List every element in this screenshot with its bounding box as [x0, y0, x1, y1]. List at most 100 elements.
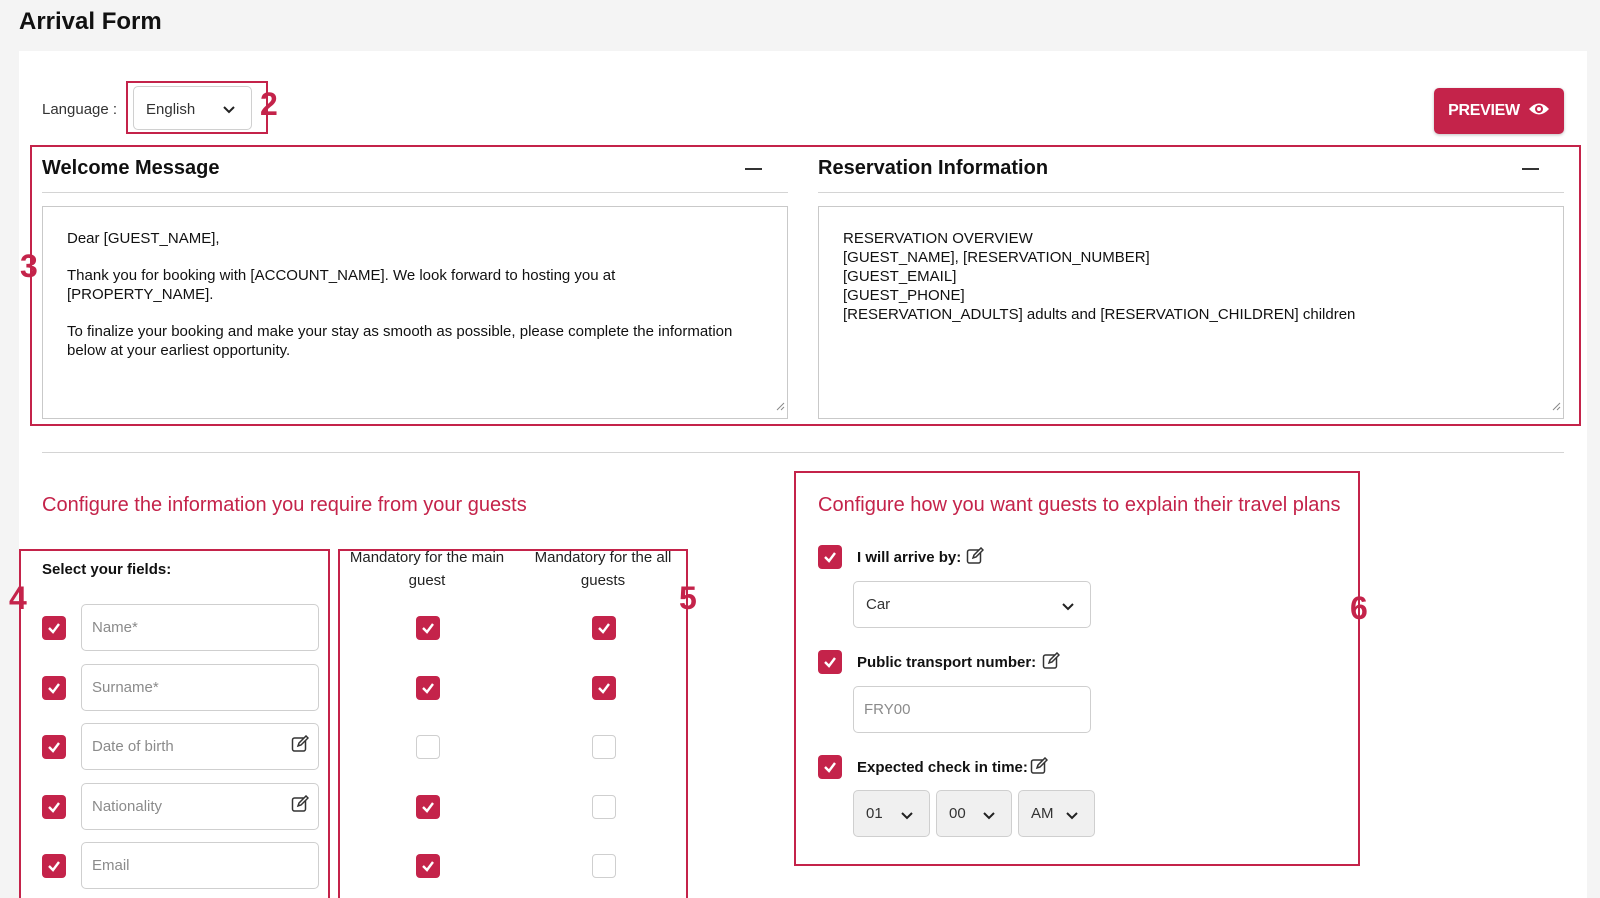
language-select[interactable]: English: [133, 86, 252, 130]
all-guests-checkbox[interactable]: [592, 854, 616, 878]
welcome-line-3: To finalize your booking and make your s…: [67, 323, 733, 359]
field-enabled-checkbox[interactable]: [42, 676, 66, 700]
column-header-all-guests: Mandatory for the all guests: [534, 549, 672, 589]
field-placeholder: Email: [92, 857, 130, 874]
edit-icon[interactable]: [291, 734, 310, 757]
welcome-line-1: Dear [GUEST_NAME],: [67, 230, 220, 247]
field-placeholder: Surname*: [92, 679, 159, 696]
welcome-title: Welcome Message: [42, 157, 220, 179]
chevron-down-icon: [221, 101, 237, 121]
travel-title: Configure how you want guests to explain…: [818, 494, 1341, 516]
resize-handle-icon[interactable]: [1551, 397, 1561, 416]
eye-icon: [1528, 101, 1550, 122]
reservation-line-5: [RESERVATION_ADULTS] adults and [RESERVA…: [843, 306, 1356, 323]
main-guest-checkbox[interactable]: [416, 735, 440, 759]
page-title: Arrival Form: [19, 8, 162, 35]
preview-button[interactable]: PREVIEW: [1434, 88, 1564, 134]
arrive-by-select[interactable]: Car: [853, 581, 1091, 628]
check-icon: [48, 623, 60, 634]
checkin-time-checkbox[interactable]: [818, 755, 842, 779]
minute-value: 00: [949, 805, 966, 822]
resize-handle-icon[interactable]: [775, 397, 785, 416]
field-enabled-checkbox[interactable]: [42, 735, 66, 759]
ampm-value: AM: [1031, 805, 1054, 822]
check-icon: [422, 683, 434, 694]
chevron-down-icon: [1060, 598, 1076, 618]
transport-number-input[interactable]: FRY00: [853, 686, 1091, 733]
reservation-info-textarea[interactable]: RESERVATION OVERVIEW [GUEST_NAME], [RESE…: [818, 206, 1564, 419]
welcome-line-2: Thank you for booking with [ACCOUNT_NAME…: [67, 267, 616, 303]
reservation-line-2: [GUEST_NAME], [RESERVATION_NUMBER]: [843, 249, 1150, 266]
field-placeholder: Nationality: [92, 798, 163, 815]
edit-icon[interactable]: [1030, 756, 1049, 780]
main-guest-checkbox[interactable]: [416, 854, 440, 878]
transport-number-checkbox[interactable]: [818, 650, 842, 674]
check-icon: [598, 683, 610, 694]
main-guest-checkbox[interactable]: [416, 616, 440, 640]
callout-number-6: 6: [1350, 590, 1368, 626]
hour-select[interactable]: 01: [853, 790, 930, 837]
guest-info-title: Configure the information you require fr…: [42, 494, 527, 516]
hour-value: 01: [866, 805, 883, 822]
check-icon: [48, 683, 60, 694]
field-enabled-checkbox[interactable]: [42, 795, 66, 819]
field-input[interactable]: Nationality: [81, 783, 319, 830]
main-guest-checkbox[interactable]: [416, 676, 440, 700]
all-guests-checkbox[interactable]: [592, 795, 616, 819]
reservation-line-1: RESERVATION OVERVIEW: [843, 230, 1033, 247]
collapse-icon[interactable]: [1522, 168, 1539, 170]
check-icon: [422, 861, 434, 872]
arrive-by-label: I will arrive by:: [857, 549, 962, 566]
divider: [42, 192, 788, 193]
field-input[interactable]: Date of birth: [81, 723, 319, 770]
transport-number-placeholder: FRY00: [864, 701, 911, 718]
reservation-title: Reservation Information: [818, 157, 1049, 179]
preview-button-label: PREVIEW: [1448, 102, 1520, 119]
callout-number-4: 4: [9, 580, 27, 616]
field-input[interactable]: Surname*: [81, 664, 319, 711]
check-icon: [422, 802, 434, 813]
callout-number-2: 2: [260, 86, 278, 122]
main-guest-checkbox[interactable]: [416, 795, 440, 819]
arrive-by-value: Car: [866, 596, 891, 613]
ampm-select[interactable]: AM: [1018, 790, 1095, 837]
check-icon: [48, 742, 60, 753]
check-icon: [48, 802, 60, 813]
chevron-down-icon: [1064, 807, 1080, 827]
edit-icon[interactable]: [1042, 651, 1061, 675]
welcome-message-textarea[interactable]: Dear [GUEST_NAME], Thank you for booking…: [42, 206, 788, 419]
chevron-down-icon: [981, 807, 997, 827]
check-icon: [824, 657, 836, 668]
transport-number-label: Public transport number:: [857, 654, 1037, 671]
edit-icon[interactable]: [291, 794, 310, 817]
checkin-time-label: Expected check in time:: [857, 759, 1028, 776]
callout-box-5: [338, 549, 688, 898]
field-placeholder: Name*: [92, 619, 138, 636]
check-icon: [48, 861, 60, 872]
reservation-line-4: [GUEST_PHONE]: [843, 287, 965, 304]
field-enabled-checkbox[interactable]: [42, 616, 66, 640]
all-guests-checkbox[interactable]: [592, 676, 616, 700]
collapse-icon[interactable]: [745, 168, 762, 170]
language-value: English: [146, 101, 196, 118]
field-input[interactable]: Email: [81, 842, 319, 889]
language-label: Language :: [42, 101, 118, 118]
check-icon: [824, 552, 836, 563]
field-enabled-checkbox[interactable]: [42, 854, 66, 878]
check-icon: [824, 762, 836, 773]
all-guests-checkbox[interactable]: [592, 616, 616, 640]
section-divider: [42, 452, 1564, 453]
minute-select[interactable]: 00: [936, 790, 1012, 837]
divider: [818, 192, 1564, 193]
callout-number-3: 3: [20, 248, 38, 284]
field-placeholder: Date of birth: [92, 738, 174, 755]
check-icon: [422, 623, 434, 634]
select-fields-label: Select your fields:: [42, 561, 172, 578]
check-icon: [598, 623, 610, 634]
column-header-main-guest: Mandatory for the main guest: [349, 549, 505, 589]
arrive-by-checkbox[interactable]: [818, 545, 842, 569]
reservation-line-3: [GUEST_EMAIL]: [843, 268, 957, 285]
all-guests-checkbox[interactable]: [592, 735, 616, 759]
field-input[interactable]: Name*: [81, 604, 319, 651]
edit-icon[interactable]: [966, 546, 985, 570]
